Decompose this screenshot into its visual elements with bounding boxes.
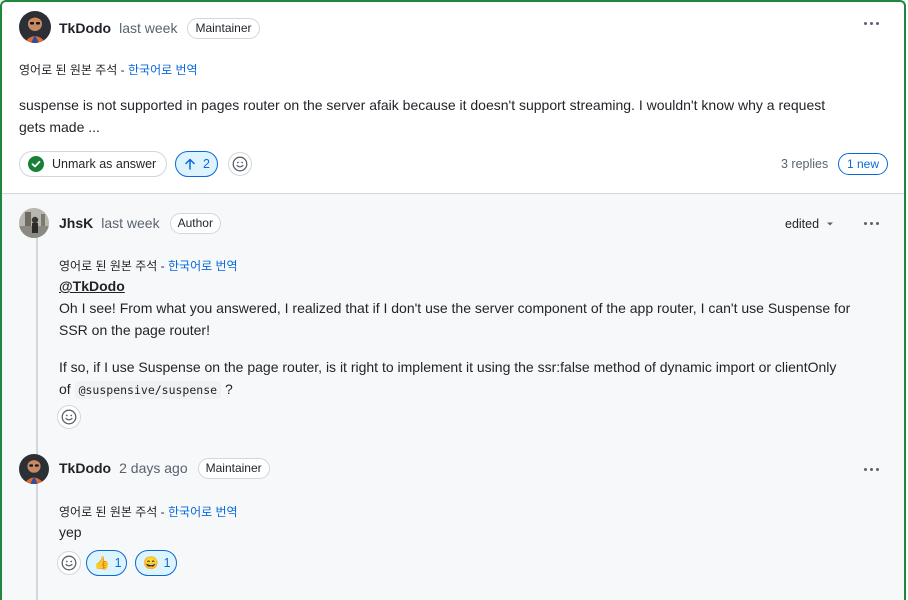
check-circle-icon (28, 156, 44, 172)
answer-body: suspense is not supported in pages route… (19, 94, 889, 138)
inline-code: @suspensive/suspense (74, 381, 222, 399)
avatar-tkdodo[interactable] (19, 454, 49, 484)
chevron-down-icon (827, 222, 834, 226)
add-reaction-button[interactable] (57, 551, 81, 575)
new-replies-button[interactable]: 1 new (838, 153, 889, 175)
add-reaction-button[interactable] (57, 405, 81, 429)
avatar-tkdodo[interactable] (19, 11, 51, 43)
translation-note: 영어로 된 원본 주석 - 한국어로 번역 (59, 503, 238, 520)
unmark-answer-label: Unmark as answer (52, 157, 157, 171)
maintainer-badge: Maintainer (197, 457, 270, 479)
reaction-count: 1 (163, 556, 171, 570)
smiley-icon (61, 409, 77, 425)
translate-link[interactable]: 한국어로 번역 (168, 259, 238, 273)
edited-dropdown[interactable]: edited (785, 217, 835, 231)
smiley-icon (61, 555, 77, 571)
user-mention-link[interactable]: @TkDodo (59, 278, 125, 294)
reply-body: @TkDodo Oh I see! From what you answered… (59, 275, 899, 401)
reply-body-text: of (59, 381, 71, 397)
timestamp[interactable]: 2 days ago (119, 460, 188, 476)
upvote-count: 2 (203, 157, 210, 171)
answer-comment: TkDodo last week Maintainer 영어로 된 원본 주석 … (2, 2, 904, 194)
answer-body-line: suspense is not supported in pages route… (19, 97, 826, 113)
edited-label: edited (785, 217, 820, 231)
translation-note-text: 영어로 된 원본 주석 - (19, 63, 125, 77)
smiley-icon (232, 156, 248, 172)
reaction-count: 1 (114, 556, 122, 570)
author-name[interactable]: TkDodo (59, 20, 111, 36)
more-options-icon[interactable] (864, 222, 879, 225)
reply-body-text: ? (224, 381, 233, 397)
reaction-thumbs-up-button[interactable]: 👍 1 (86, 550, 127, 576)
author-badge: Author (169, 212, 221, 234)
unmark-answer-button[interactable]: Unmark as answer (19, 151, 167, 177)
laugh-icon: 😄 (143, 555, 159, 570)
answer-body-line: gets made ... (19, 119, 100, 135)
translation-note: 영어로 된 원본 주석 - 한국어로 번역 (19, 61, 198, 78)
more-options-icon[interactable] (864, 468, 879, 471)
author-name[interactable]: JhsK (59, 215, 93, 231)
translate-link[interactable]: 한국어로 번역 (128, 63, 198, 77)
add-reaction-button[interactable] (228, 152, 252, 176)
reaction-laugh-button[interactable]: 😄 1 (135, 550, 177, 576)
replies-section: JhsK last week Author edited 영어로 된 원본 주석… (2, 194, 904, 600)
translation-note: 영어로 된 원본 주석 - 한국어로 번역 (59, 257, 238, 274)
reply-header: TkDodo 2 days ago Maintainer (59, 456, 270, 480)
reply-body-line: Oh I see! From what you answered, I real… (59, 300, 851, 316)
timestamp[interactable]: last week (101, 215, 159, 231)
timestamp[interactable]: last week (119, 20, 177, 36)
author-name[interactable]: TkDodo (59, 460, 111, 476)
answer-header: TkDodo last week Maintainer (59, 16, 260, 40)
thread-line (36, 234, 38, 600)
reply-body: yep (59, 524, 82, 540)
discussion-answer-card: TkDodo last week Maintainer 영어로 된 원본 주석 … (0, 0, 906, 600)
translation-note-text: 영어로 된 원본 주석 - (59, 505, 165, 519)
translate-link[interactable]: 한국어로 번역 (168, 505, 238, 519)
reply-body-line: If so, if I use Suspense on the page rou… (59, 359, 837, 375)
new-replies-label: 1 new (847, 157, 880, 171)
arrow-up-icon (185, 158, 195, 170)
translation-note-text: 영어로 된 원본 주석 - (59, 259, 165, 273)
upvote-button[interactable]: 2 (175, 151, 218, 177)
reply-header: JhsK last week Author (59, 211, 221, 235)
replies-count: 3 replies (781, 157, 829, 171)
maintainer-badge: Maintainer (187, 17, 260, 39)
more-options-icon[interactable] (864, 22, 879, 25)
avatar-jhsk[interactable] (19, 208, 49, 238)
thumbs-up-icon: 👍 (94, 555, 110, 570)
reply-body-line: SSR on the page router! (59, 322, 210, 338)
